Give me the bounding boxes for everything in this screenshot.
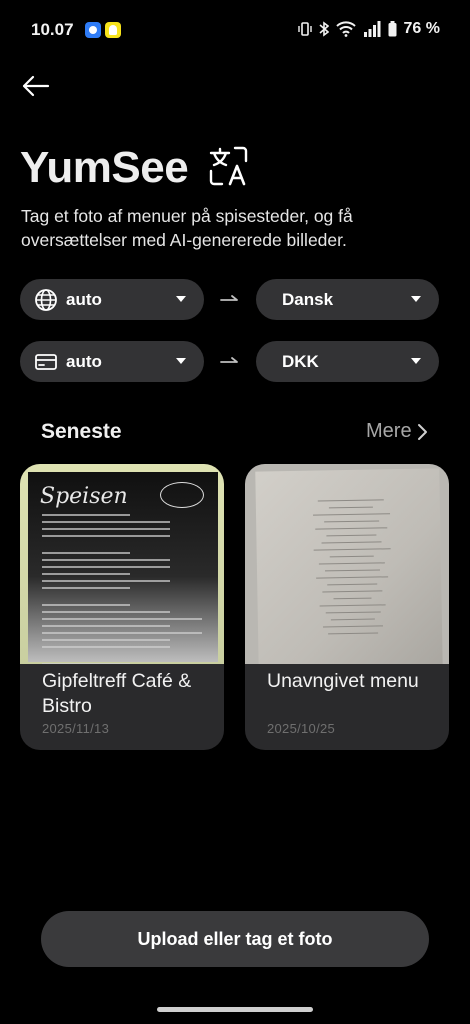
home-indicator[interactable]: [157, 1007, 313, 1012]
chevron-down-icon: [176, 358, 186, 364]
paper-menu-image: [255, 468, 443, 664]
restaurant-logo: [160, 482, 204, 508]
messenger-icon: [85, 22, 101, 38]
more-link-label: Mere: [366, 420, 412, 442]
status-time: 10.07: [31, 20, 74, 39]
recent-menu-card[interactable]: Unavngivet menu 2025/10/25: [245, 464, 449, 750]
card-date: 2025/11/13: [42, 721, 110, 736]
subtitle: Tag et foto af menuer på spisesteder, og…: [21, 206, 353, 250]
menu-board-image: Speisen: [28, 472, 218, 664]
chevron-down-icon: [176, 296, 186, 302]
chevron-down-icon: [411, 296, 421, 302]
battery-percent: 76 %: [403, 20, 440, 37]
signal-icon: [363, 21, 381, 37]
menu-thumbnail: Speisen: [20, 464, 224, 664]
globe-icon: [35, 289, 57, 311]
card-title: Unavngivet menu: [267, 670, 419, 692]
status-bar: 10.07 76 %: [0, 0, 470, 60]
bluetooth-icon: [319, 21, 329, 37]
arrow-left-icon: [22, 75, 50, 97]
system-icons: 76 %: [297, 20, 440, 38]
card-date: 2025/10/25: [267, 721, 336, 736]
battery-icon: [388, 21, 397, 37]
source-language-select[interactable]: auto: [20, 279, 204, 320]
recent-menu-card[interactable]: Speisen Gipfeltreff Café & Bistro 2025/1…: [20, 464, 224, 750]
app-title: YumSee: [20, 143, 189, 192]
translate-icon: [208, 145, 250, 187]
card-icon: [35, 354, 57, 370]
menu-text-lines: [42, 514, 202, 664]
source-currency-value: auto: [66, 351, 102, 371]
target-language-select[interactable]: Dansk: [256, 279, 439, 320]
chevron-right-icon: [417, 423, 427, 440]
recent-section-title: Seneste: [41, 420, 122, 443]
source-language-value: auto: [66, 289, 102, 309]
chevron-down-icon: [411, 358, 421, 364]
menu-thumbnail-heading: Speisen: [40, 484, 128, 509]
menu-thumbnail: [245, 464, 449, 664]
target-language-value: Dansk: [282, 289, 334, 309]
more-link[interactable]: Mere: [366, 420, 428, 443]
vibrate-icon: [297, 22, 312, 36]
target-currency-select[interactable]: DKK: [256, 341, 439, 382]
arrow-right-icon: [220, 357, 238, 363]
snapchat-icon: [105, 22, 121, 38]
wifi-icon: [335, 21, 356, 37]
card-title: Gipfeltreff Café & Bistro: [42, 670, 192, 717]
source-currency-select[interactable]: auto: [20, 341, 204, 382]
back-button[interactable]: [18, 68, 54, 104]
target-currency-value: DKK: [282, 351, 319, 371]
arrow-right-icon: [220, 295, 238, 301]
upload-photo-button[interactable]: Upload eller tag et foto: [41, 911, 429, 967]
